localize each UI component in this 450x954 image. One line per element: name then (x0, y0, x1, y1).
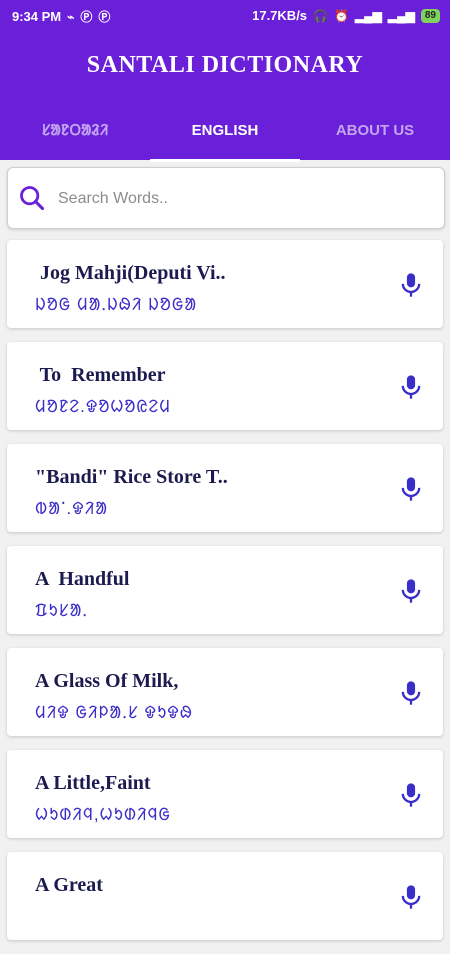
tab-about-us[interactable]: ABOUT US (300, 112, 450, 160)
list-item[interactable]: A Handful ᱯᱩᱥᱟᱹ (7, 546, 443, 634)
tab-bar: ᱥᱟᱱᱛᱟᱲᱤ ENGLISH ABOUT US (0, 112, 450, 162)
search-icon[interactable] (18, 184, 46, 212)
search-input[interactable] (56, 182, 430, 216)
word-list: Jog Mahji(Deputi Vi.. ᱡᱚᱜ ᱢᱟᱹᱡᱷᱤ ᱡᱚᱜᱟ To… (7, 240, 443, 954)
tab-santali[interactable]: ᱥᱟᱱᱛᱟᱲᱤ (0, 112, 150, 160)
english-word: A Glass Of Milk, (35, 670, 179, 692)
p-icon: Ⓟ (98, 10, 111, 24)
battery-icon: 89 (420, 8, 440, 23)
network-speed: 17.7KB/s (252, 8, 308, 23)
santali-word: ᱡᱚᱜ ᱢᱟᱹᱡᱷᱤ ᱡᱚᱜᱟ (35, 295, 198, 314)
santali-word: ᱵᱟᱸ.ᱫᱤᱟ (35, 499, 109, 518)
status-time: 9:34 PM (12, 9, 62, 24)
english-word: "Bandi" Rice Store T.. (35, 466, 228, 488)
headset-icon: 🎧 (313, 8, 328, 23)
usb-icon: ⌁ (67, 9, 75, 24)
microphone-icon[interactable] (397, 882, 425, 912)
p-icon: Ⓟ (80, 10, 93, 24)
status-bar: 9:34 PM ⌁ Ⓟ Ⓟ 17.7KB/s 🎧 ⏰ ▂▄▆ ▂▄▆ 89 (0, 0, 450, 32)
search-bar (7, 167, 445, 229)
english-word: To Remember (35, 364, 166, 386)
santali-word: ᱢᱚᱱᱮ.ᱫᱚᱦᱚᱭᱮᱢ (35, 397, 171, 416)
microphone-icon[interactable] (397, 270, 425, 300)
list-item[interactable]: A Great (7, 852, 443, 940)
alarm-icon: ⏰ (333, 8, 349, 23)
english-word: A Handful (35, 568, 130, 590)
english-word: Jog Mahji(Deputi Vi.. (35, 262, 226, 284)
signal-icon: ▂▄▆ (387, 8, 415, 23)
microphone-icon[interactable] (397, 372, 425, 402)
list-item[interactable]: A Little,Faint ᱦᱩᱰᱤᱧ,ᱦᱩᱰᱤᱧᱜ (7, 750, 443, 838)
list-item[interactable]: A Glass Of Milk, ᱢᱤᱫ ᱜᱤᱞᱟᱹᱥ ᱫᱩᱫᱷ (7, 648, 443, 736)
english-word: A Little,Faint (35, 772, 151, 794)
list-item[interactable]: Jog Mahji(Deputi Vi.. ᱡᱚᱜ ᱢᱟᱹᱡᱷᱤ ᱡᱚᱜᱟ (7, 240, 443, 328)
list-item[interactable]: To Remember ᱢᱚᱱᱮ.ᱫᱚᱦᱚᱭᱮᱢ (7, 342, 443, 430)
santali-word: ᱯᱩᱥᱟᱹ (35, 601, 88, 620)
app-title: SANTALI DICTIONARY (86, 52, 364, 78)
microphone-icon[interactable] (397, 474, 425, 504)
santali-word: ᱦᱩᱰᱤᱧ,ᱦᱩᱰᱤᱧᱜ (35, 805, 171, 824)
list-item[interactable]: "Bandi" Rice Store T.. ᱵᱟᱸ.ᱫᱤᱟ (7, 444, 443, 532)
microphone-icon[interactable] (397, 780, 425, 810)
english-word: A Great (35, 874, 103, 896)
microphone-icon[interactable] (397, 678, 425, 708)
signal-icon: ▂▄▆ (354, 8, 382, 23)
santali-word: ᱢᱤᱫ ᱜᱤᱞᱟᱹᱥ ᱫᱩᱫᱷ (35, 703, 193, 722)
microphone-icon[interactable] (397, 576, 425, 606)
tab-english[interactable]: ENGLISH (150, 112, 300, 162)
app-header: 9:34 PM ⌁ Ⓟ Ⓟ 17.7KB/s 🎧 ⏰ ▂▄▆ ▂▄▆ 89 SA… (0, 0, 450, 162)
